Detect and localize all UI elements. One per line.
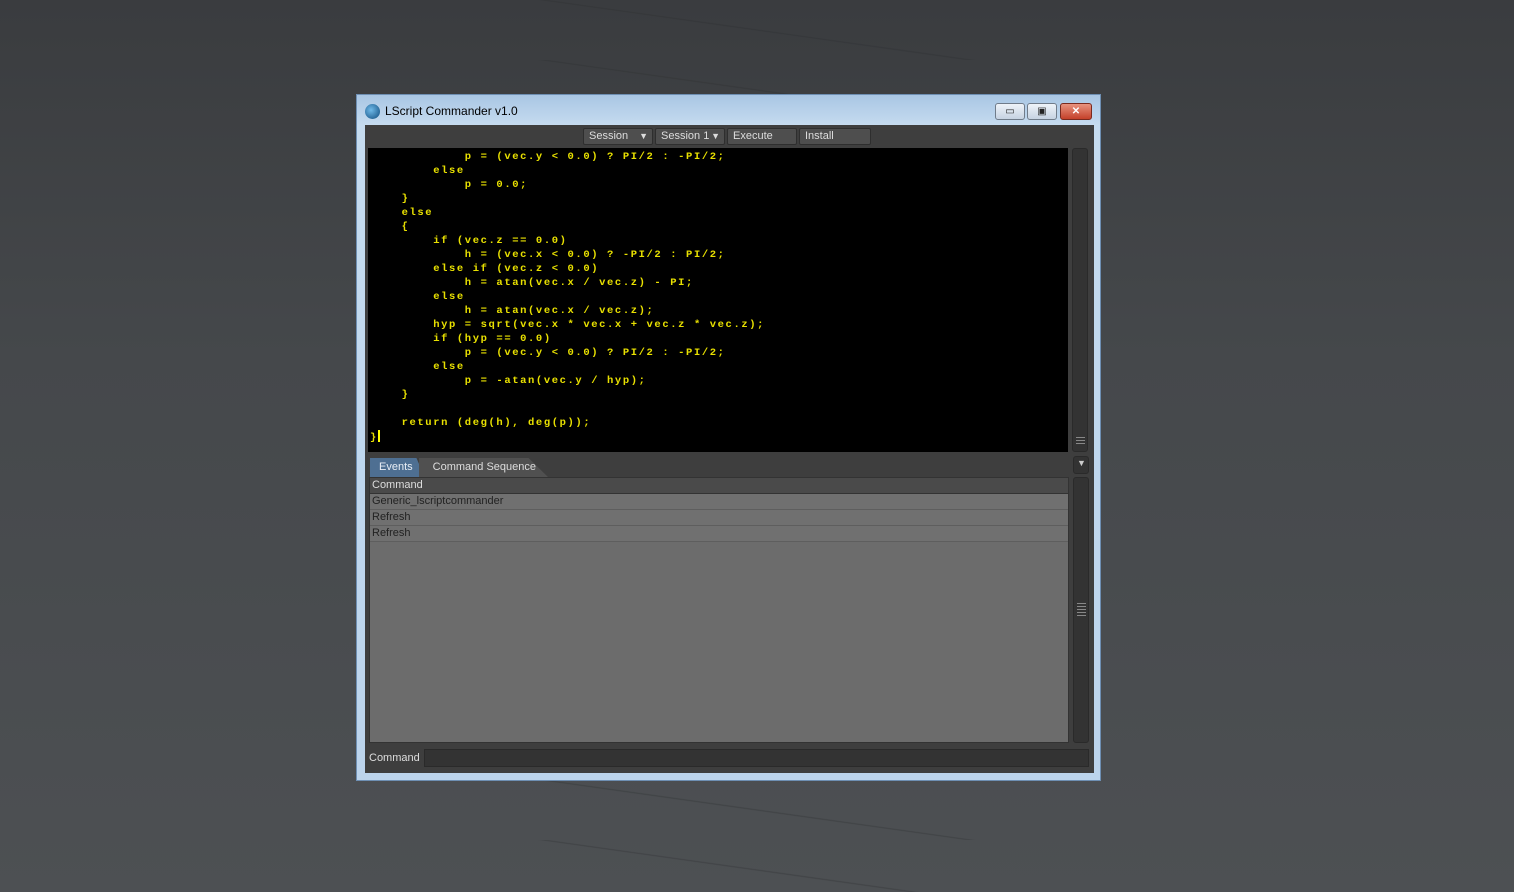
scroll-grip-icon <box>1076 437 1085 445</box>
tab-bar: Events Command Sequence <box>370 458 548 477</box>
session-menu[interactable]: Session ▼ <box>583 128 653 145</box>
maximize-button[interactable]: ▣ <box>1027 103 1057 120</box>
tab-events[interactable]: Events <box>370 458 425 477</box>
close-button[interactable]: ✕ <box>1060 103 1092 120</box>
command-label: Command <box>369 752 420 764</box>
code-text[interactable]: p = (vec.y < 0.0) ? PI/2 : -PI/2; else p… <box>368 148 1068 445</box>
window-title: LScript Commander v1.0 <box>385 104 518 118</box>
chevron-down-icon: ▼ <box>1077 458 1086 468</box>
list-item[interactable]: Generic_lscriptcommander <box>370 494 1068 510</box>
app-icon <box>365 104 380 119</box>
minimize-button[interactable]: ▭ <box>995 103 1025 120</box>
client-area: Session ▼ Session 1 ▼ Execute Install p … <box>365 125 1094 773</box>
events-list: Command Generic_lscriptcommander Refresh… <box>369 477 1069 743</box>
tab-command-sequence[interactable]: Command Sequence <box>418 458 548 477</box>
session-select[interactable]: Session 1 ▼ <box>655 128 725 145</box>
command-input[interactable] <box>424 749 1089 767</box>
panel-collapse-button[interactable]: ▼ <box>1073 456 1089 474</box>
code-editor[interactable]: p = (vec.y < 0.0) ? PI/2 : -PI/2; else p… <box>368 148 1068 452</box>
events-scrollbar[interactable] <box>1073 477 1089 743</box>
chevron-down-icon: ▼ <box>711 131 720 141</box>
editor-scrollbar[interactable] <box>1072 148 1088 452</box>
session-menu-label: Session <box>589 130 629 142</box>
list-item[interactable]: Refresh <box>370 510 1068 526</box>
list-item[interactable]: Refresh <box>370 526 1068 542</box>
execute-button[interactable]: Execute <box>727 128 797 145</box>
scroll-grip-icon <box>1077 603 1086 617</box>
column-header-command[interactable]: Command <box>370 478 1068 494</box>
chevron-down-icon: ▼ <box>639 131 648 141</box>
text-caret <box>377 430 380 442</box>
install-button[interactable]: Install <box>799 128 871 145</box>
lscript-commander-window: LScript Commander v1.0 ▭ ▣ ✕ Session ▼ S… <box>356 94 1101 781</box>
title-bar[interactable]: LScript Commander v1.0 ▭ ▣ ✕ <box>357 95 1100 125</box>
session-select-value: Session 1 <box>661 130 710 142</box>
toolbar: Session ▼ Session 1 ▼ Execute Install <box>583 128 871 145</box>
